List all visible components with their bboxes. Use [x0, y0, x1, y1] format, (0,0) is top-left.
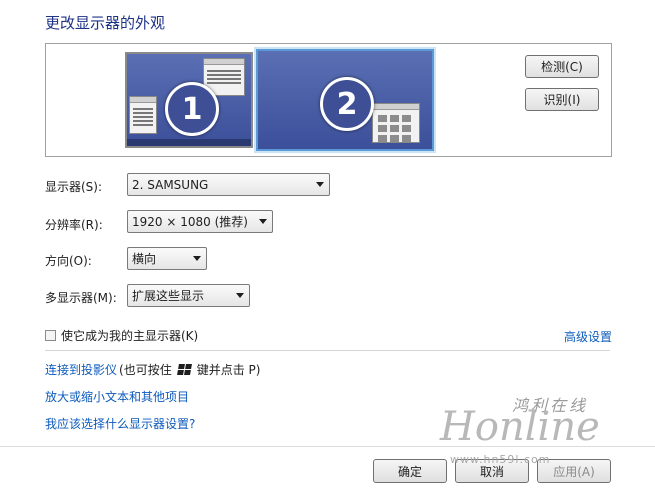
orientation-select-value: 横向 [132, 252, 157, 266]
display-select-value: 2. SAMSUNG [132, 177, 209, 192]
detect-button[interactable]: 检测(C) [525, 55, 599, 78]
monitor-arrangement: 1 2 检测(C) 识别(I) [45, 43, 612, 157]
windows-key-icon [176, 364, 192, 375]
chevron-down-icon [316, 182, 324, 187]
monitor-2[interactable]: 2 [256, 49, 434, 151]
which-settings-link[interactable]: 我应该选择什么显示器设置? [45, 415, 195, 432]
resolution-label: 分辨率(R): [45, 218, 103, 232]
multiple-displays-label: 多显示器(M): [45, 291, 117, 305]
display-label: 显示器(S): [45, 180, 103, 194]
monitor-1[interactable]: 1 [125, 52, 253, 148]
projector-hint-start: (也可按住 [119, 363, 172, 377]
watermark-chinese: 鸿利在线 [512, 396, 589, 415]
orientation-label: 方向(O): [45, 254, 92, 268]
chevron-down-icon [236, 293, 244, 298]
projector-row: 连接到投影仪 (也可按住 键并点击 P) [45, 361, 260, 378]
connect-projector-link[interactable]: 连接到投影仪 [45, 361, 117, 378]
resolution-select-value: 1920 × 1080 (推荐) [132, 215, 248, 229]
mini-window-icon [372, 103, 420, 143]
monitor-number: 2 [320, 77, 374, 131]
multiple-displays-select-value: 扩展这些显示 [132, 289, 205, 303]
display-select[interactable]: 2. SAMSUNG [127, 173, 330, 196]
chevron-down-icon [259, 219, 267, 224]
watermark-logo: 鸿利在线 Honline www.hn59l.com [440, 390, 655, 466]
main-display-checkbox[interactable] [45, 330, 56, 341]
main-display-option[interactable]: 使它成为我的主显示器(K) [45, 327, 198, 344]
apply-button[interactable]: 应用(A) [537, 459, 611, 483]
main-display-checkbox-label: 使它成为我的主显示器(K) [61, 329, 199, 343]
page-title: 更改显示器的外观 [45, 14, 166, 32]
chevron-down-icon [193, 256, 201, 261]
orientation-select[interactable]: 横向 [127, 247, 207, 270]
text-size-link[interactable]: 放大或缩小文本和其他项目 [45, 388, 189, 405]
watermark-brand: Honline [440, 404, 600, 450]
advanced-settings-link[interactable]: 高级设置 [564, 328, 612, 345]
identify-button[interactable]: 识别(I) [525, 88, 599, 111]
mini-window-icon [129, 96, 157, 134]
divider [45, 350, 610, 351]
projector-hint-end: 键并点击 P) [196, 363, 261, 377]
cancel-button[interactable]: 取消 [455, 459, 529, 483]
footer-divider [0, 446, 655, 447]
taskbar [127, 139, 251, 146]
ok-button[interactable]: 确定 [373, 459, 447, 483]
multiple-displays-select[interactable]: 扩展这些显示 [127, 284, 250, 307]
monitor-number: 1 [165, 82, 219, 136]
resolution-select[interactable]: 1920 × 1080 (推荐) [127, 210, 273, 233]
